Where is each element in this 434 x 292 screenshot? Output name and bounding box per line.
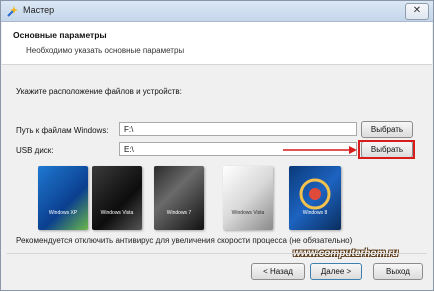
windows-8-box: Windows 8: [289, 166, 341, 230]
next-button[interactable]: Далее >: [310, 263, 362, 280]
windows-vista-dark-box: Windows Vista: [92, 166, 142, 230]
windows-xp-box: Windows XP: [38, 166, 88, 230]
footer-divider: [7, 253, 427, 254]
wizard-window: Мастер ✕ Основные параметры Необходимо у…: [0, 0, 434, 291]
windows-8-swirl-icon: [299, 178, 331, 210]
back-button[interactable]: < Назад: [251, 263, 305, 280]
antivirus-note: Рекомендуется отключить антивирус для ув…: [16, 236, 353, 245]
windows-vista-light-box: Windows Vista: [223, 166, 273, 230]
windows-7-box: Windows 7: [154, 166, 204, 230]
exit-button[interactable]: Выход: [373, 263, 423, 280]
